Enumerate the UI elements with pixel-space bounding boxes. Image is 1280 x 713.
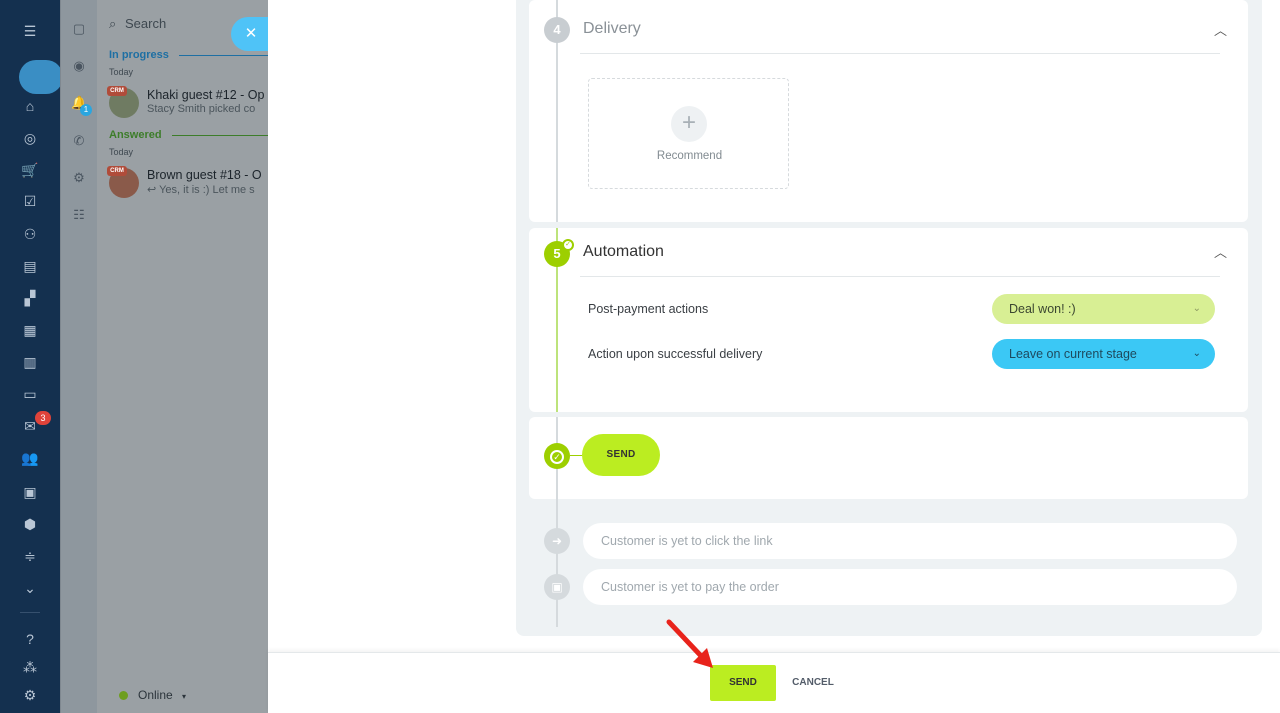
box-icon[interactable]: ⬢ — [21, 515, 39, 533]
drive-icon[interactable]: ▭ — [21, 385, 39, 403]
chat-list-panel: ⌕ Search In progress Today CRM Khaki gues… — [97, 0, 268, 713]
settings-icon[interactable]: ⚙ — [21, 686, 39, 704]
crm-icon[interactable]: ⚇ — [21, 225, 39, 243]
open-lines-icon[interactable]: ◉ — [71, 58, 87, 74]
chevron-down-icon: ▾ — [182, 692, 187, 701]
divider — [580, 276, 1220, 277]
active-item-indicator — [19, 60, 63, 94]
chat-name: Brown guest #18 - O — [147, 168, 262, 182]
recommend-label: Recommend — [656, 150, 723, 162]
messages-icon[interactable]: ▢ — [71, 21, 87, 37]
online-status[interactable]: Online ▾ — [119, 688, 186, 702]
post-payment-label: Post-payment actions — [588, 302, 709, 316]
left-sidebar: ☰ ⌂ ◎ 🛒 ☑ ⚇ ▤ ▞ ▦ ▥ ▭ ✉ 3 👥 ▣ ⬢ ≑ ⌄ ? ⁂ … — [0, 0, 63, 713]
footer-cancel-button[interactable]: CANCEL — [786, 665, 840, 701]
annotation-arrow — [666, 619, 713, 668]
phone-icon[interactable]: ✆ — [71, 133, 87, 149]
delivery-action-select[interactable]: Leave on current stage ⌄ — [992, 339, 1215, 369]
gear-icon[interactable]: ⚙ — [71, 170, 87, 186]
feed-icon[interactable]: ▤ — [21, 257, 39, 275]
post-payment-select[interactable]: Deal won! :) ⌄ — [992, 294, 1215, 324]
structure-icon[interactable]: ⁂ — [21, 658, 39, 676]
sidebar-divider — [20, 612, 40, 613]
divider — [580, 53, 1220, 54]
status-order-paid: Customer is yet to pay the order — [583, 569, 1237, 605]
more-icon[interactable]: ⌄ — [21, 579, 39, 597]
chevron-down-icon: ⌄ — [1192, 303, 1201, 314]
menu-icon[interactable]: ☰ — [21, 22, 39, 40]
section-answered: Answered — [109, 129, 162, 141]
sliders-icon[interactable]: ≑ — [21, 547, 39, 565]
plus-icon: + — [671, 106, 707, 142]
order-slider: ︿ 4 Delivery + Recommend ︿ 5 ✓ Automatio… — [268, 0, 1280, 713]
contact-card-icon[interactable]: ▣ — [21, 483, 39, 501]
delivery-action-label: Action upon successful delivery — [588, 347, 763, 361]
chat-item[interactable]: CRM Khaki guest #12 - Op Stacy Smith pic… — [107, 86, 272, 120]
arrow-right-icon: ➜ — [544, 528, 570, 554]
chat-item[interactable]: CRM Brown guest #18 - O ↩ Yes, it is :) … — [107, 166, 272, 200]
search-placeholder: Search — [125, 16, 167, 31]
recommend-button[interactable]: + Recommend — [588, 78, 789, 189]
notes-icon[interactable]: ☷ — [71, 207, 87, 223]
send-button[interactable]: SEND — [582, 434, 660, 476]
step-done-icon: ✓ — [562, 239, 574, 251]
status-dot — [119, 691, 128, 700]
select-value: Deal won! :) — [1009, 302, 1076, 316]
cart-icon[interactable]: 🛒 — [21, 161, 39, 179]
day-label: Today — [109, 147, 134, 157]
home-icon[interactable]: ⌂ — [21, 97, 39, 115]
crm-badge: CRM — [107, 166, 127, 176]
section-line — [179, 55, 268, 56]
tasks-icon[interactable]: ☑ — [21, 192, 39, 210]
calendar-icon[interactable]: ▦ — [21, 321, 39, 339]
wallet-icon: ▣ — [544, 574, 570, 600]
target-icon[interactable]: ◎ — [21, 129, 39, 147]
collapse-icon[interactable]: ︿ — [1214, 20, 1228, 38]
crm-badge: CRM — [107, 86, 127, 96]
chevron-down-icon: ⌄ — [1192, 348, 1201, 359]
notifications-badge: 1 — [80, 104, 92, 116]
messenger-strip: ▢ ◉ 🔔 1 ✆ ⚙ ☷ — [60, 0, 97, 713]
section-title-automation: Automation — [583, 243, 664, 260]
chat-name: Khaki guest #12 - Op — [147, 88, 265, 102]
collapse-icon[interactable]: ︿ — [1214, 242, 1228, 260]
section-in-progress: In progress — [109, 49, 169, 61]
chat-preview: Stacy Smith picked co — [147, 103, 256, 115]
mail-badge: 3 — [35, 411, 51, 425]
status-link-clicked: Customer is yet to click the link — [583, 523, 1237, 559]
select-value: Leave on current stage — [1009, 347, 1137, 361]
check-icon: ✓ — [544, 443, 570, 469]
connector — [570, 455, 582, 456]
close-icon: ✕ — [244, 25, 258, 42]
chat-preview: ↩ Yes, it is :) Let me s — [147, 183, 268, 196]
search-icon: ⌕ — [109, 16, 117, 31]
chat-preview-text: Yes, it is :) Let me s — [159, 184, 255, 196]
chat-icon[interactable]: ▞ — [21, 289, 39, 307]
section-title-delivery: Delivery — [583, 20, 641, 37]
status-text: Online — [138, 688, 173, 702]
document-icon[interactable]: ▥ — [21, 353, 39, 371]
section-line — [172, 135, 268, 136]
employees-icon[interactable]: 👥 — [21, 449, 39, 467]
help-icon[interactable]: ? — [21, 630, 39, 648]
day-label: Today — [109, 67, 134, 77]
reply-icon: ↩ — [147, 184, 160, 196]
step-number: 4 — [544, 17, 570, 43]
footer-bar: SEND CANCEL — [268, 652, 1280, 713]
close-slider-button[interactable]: ✕ — [231, 17, 271, 51]
